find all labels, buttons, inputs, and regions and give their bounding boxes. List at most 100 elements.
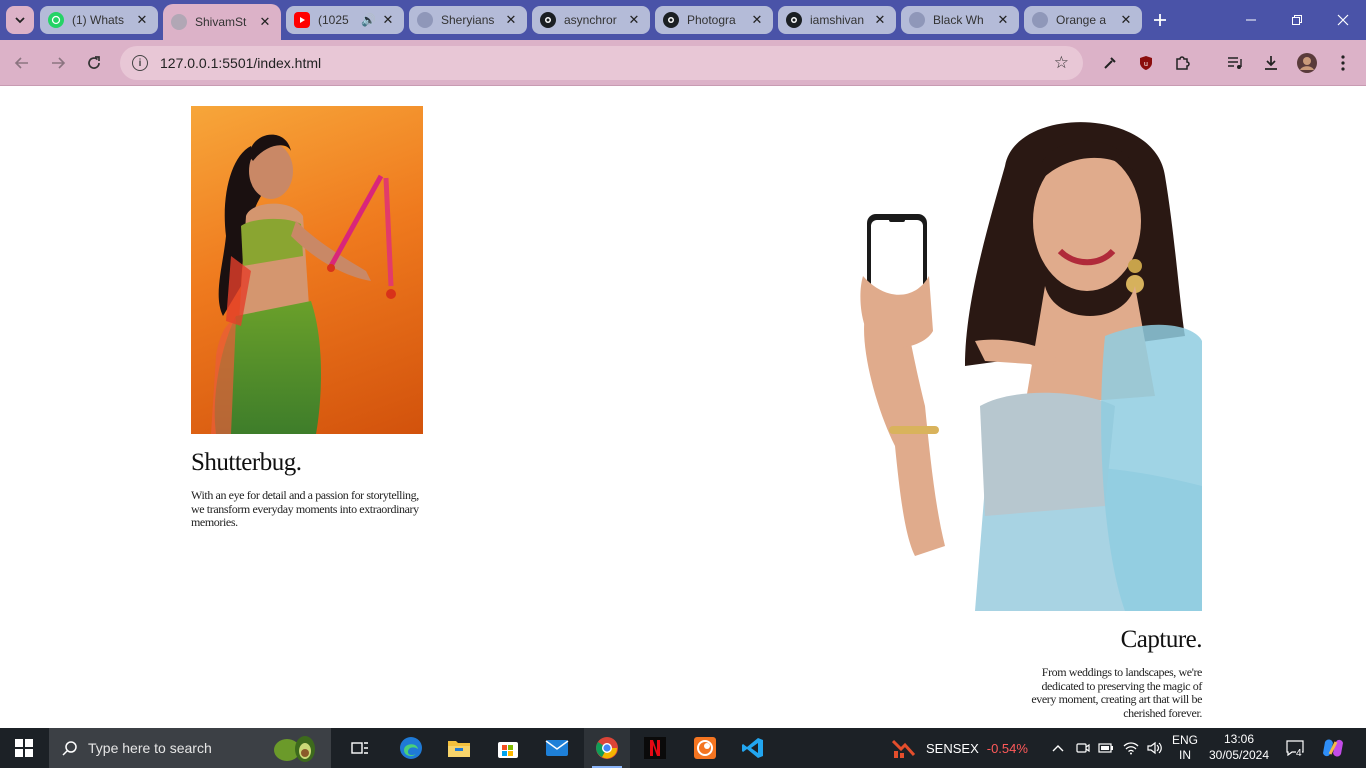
tab-label: (1) Whats xyxy=(72,13,125,27)
sensex-widget[interactable]: SENSEX -0.54% xyxy=(892,728,1028,768)
clock-time: 13:06 xyxy=(1223,732,1255,746)
tab-github-iamshivam[interactable]: iamshivan ✕ xyxy=(778,6,896,34)
globe-icon xyxy=(171,14,187,30)
notifications-button[interactable]: 4 xyxy=(1282,728,1308,768)
eyedropper-extension-icon[interactable] xyxy=(1099,52,1121,74)
netflix-icon[interactable] xyxy=(632,728,678,768)
card-title-capture: Capture. xyxy=(1120,626,1203,653)
search-placeholder: Type here to search xyxy=(88,740,212,756)
close-icon[interactable]: ✕ xyxy=(872,12,888,28)
github-icon xyxy=(663,12,679,28)
extensions-puzzle-icon[interactable] xyxy=(1171,52,1193,74)
tab-github-photography[interactable]: Photogra ✕ xyxy=(655,6,773,34)
volume-icon[interactable] xyxy=(1144,728,1166,768)
media-control-icon[interactable] xyxy=(1224,52,1246,74)
mail-icon[interactable] xyxy=(534,728,580,768)
close-window-button[interactable] xyxy=(1320,0,1366,40)
chevron-down-icon xyxy=(15,17,25,24)
tab-label: Black Wh xyxy=(933,13,984,27)
tab-sheryians[interactable]: Sheryians ✕ xyxy=(409,6,527,34)
youtube-icon xyxy=(294,12,310,28)
sensex-change: -0.54% xyxy=(986,740,1028,756)
tab-label: Sheryians xyxy=(441,13,495,27)
arrow-left-icon xyxy=(14,57,28,69)
url-text[interactable]: 127.0.0.1:5501/index.html xyxy=(160,55,321,71)
minimize-icon xyxy=(1246,19,1256,21)
tab-label: iamshivan xyxy=(810,13,865,27)
tab-label: Orange a xyxy=(1056,13,1107,27)
taskbar-search-box[interactable]: Type here to search xyxy=(49,728,331,768)
globe-icon xyxy=(417,12,433,28)
close-icon xyxy=(1337,14,1349,26)
tab-search-button[interactable] xyxy=(6,6,34,34)
windows-logo-icon xyxy=(15,739,33,757)
close-icon[interactable]: ✕ xyxy=(134,12,150,28)
dancer-photo xyxy=(191,106,423,434)
close-icon[interactable]: ✕ xyxy=(749,12,765,28)
plus-icon xyxy=(1154,14,1166,26)
battery-icon[interactable] xyxy=(1096,728,1116,768)
whatsapp-icon xyxy=(48,12,64,28)
task-view-icon[interactable] xyxy=(337,728,383,768)
download-icon[interactable] xyxy=(1260,52,1282,74)
forward-button[interactable] xyxy=(44,49,72,77)
minimize-button[interactable] xyxy=(1228,0,1274,40)
address-bar[interactable]: i 127.0.0.1:5501/index.html ☆ xyxy=(120,46,1083,80)
stock-chart-icon xyxy=(892,739,916,758)
tab-shivamstudio[interactable]: ShivamSt ✕ xyxy=(163,4,281,40)
close-icon[interactable]: ✕ xyxy=(995,12,1011,28)
wifi-icon[interactable] xyxy=(1120,728,1142,768)
edge-icon[interactable] xyxy=(388,728,434,768)
file-explorer-icon[interactable] xyxy=(436,728,482,768)
restore-icon xyxy=(1292,15,1302,25)
tab-label: Photogra xyxy=(687,13,736,27)
bookmark-star-icon[interactable]: ☆ xyxy=(1054,53,1069,73)
github-icon xyxy=(540,12,556,28)
vscode-icon[interactable] xyxy=(730,728,776,768)
browser-toolbar: i 127.0.0.1:5501/index.html ☆ u xyxy=(0,40,1366,86)
tab-whatsapp[interactable]: (1) Whats ✕ xyxy=(40,6,158,34)
notification-count: 4 xyxy=(1296,748,1302,759)
search-icon xyxy=(61,739,79,757)
close-icon[interactable]: ✕ xyxy=(380,12,396,28)
model-with-phone-photo xyxy=(855,106,1202,611)
close-icon[interactable]: ✕ xyxy=(1118,12,1134,28)
language-line2: IN xyxy=(1179,748,1191,762)
ublock-shield-icon[interactable]: u xyxy=(1135,52,1157,74)
language-indicator[interactable]: ENG IN xyxy=(1168,728,1202,768)
close-icon[interactable]: ✕ xyxy=(626,12,642,28)
sensex-label: SENSEX xyxy=(926,740,979,756)
close-icon[interactable]: ✕ xyxy=(503,12,519,28)
profile-avatar-icon[interactable] xyxy=(1296,52,1318,74)
chevron-up-icon[interactable] xyxy=(1048,728,1068,768)
card-description-shutterbug: With an eye for detail and a passion for… xyxy=(191,488,419,529)
crunchyroll-icon[interactable] xyxy=(682,728,728,768)
reload-button[interactable] xyxy=(80,49,108,77)
clock-date: 30/05/2024 xyxy=(1208,748,1270,762)
browser-tab-strip: (1) Whats ✕ ShivamSt ✕ (1025 🔊 ✕ Sheryia… xyxy=(0,0,1366,40)
close-icon[interactable]: ✕ xyxy=(257,14,273,30)
reload-icon xyxy=(88,56,100,69)
site-info-icon[interactable]: i xyxy=(132,55,148,71)
tab-orange[interactable]: Orange a ✕ xyxy=(1024,6,1142,34)
tab-label: asynchror xyxy=(564,13,617,27)
arrow-right-icon xyxy=(52,57,66,69)
chrome-icon[interactable] xyxy=(584,728,630,768)
new-tab-button[interactable] xyxy=(1148,8,1172,32)
copilot-icon[interactable] xyxy=(1320,728,1346,768)
restore-button[interactable] xyxy=(1274,0,1320,40)
clock[interactable]: 13:06 30/05/2024 xyxy=(1204,731,1274,763)
store-icon[interactable] xyxy=(485,728,531,768)
back-button[interactable] xyxy=(8,49,36,77)
kebab-menu-icon[interactable] xyxy=(1332,52,1354,74)
svg-text:u: u xyxy=(1144,61,1148,68)
start-button[interactable] xyxy=(0,728,48,768)
tab-black-white[interactable]: Black Wh ✕ xyxy=(901,6,1019,34)
avocado-icon xyxy=(269,733,319,768)
speaker-icon[interactable]: 🔊 xyxy=(361,13,376,27)
camera-icon[interactable] xyxy=(1073,728,1093,768)
tab-youtube[interactable]: (1025 🔊 ✕ xyxy=(286,6,404,34)
github-icon xyxy=(786,12,802,28)
tab-github-async[interactable]: asynchror ✕ xyxy=(532,6,650,34)
language-line1: ENG xyxy=(1171,733,1198,747)
